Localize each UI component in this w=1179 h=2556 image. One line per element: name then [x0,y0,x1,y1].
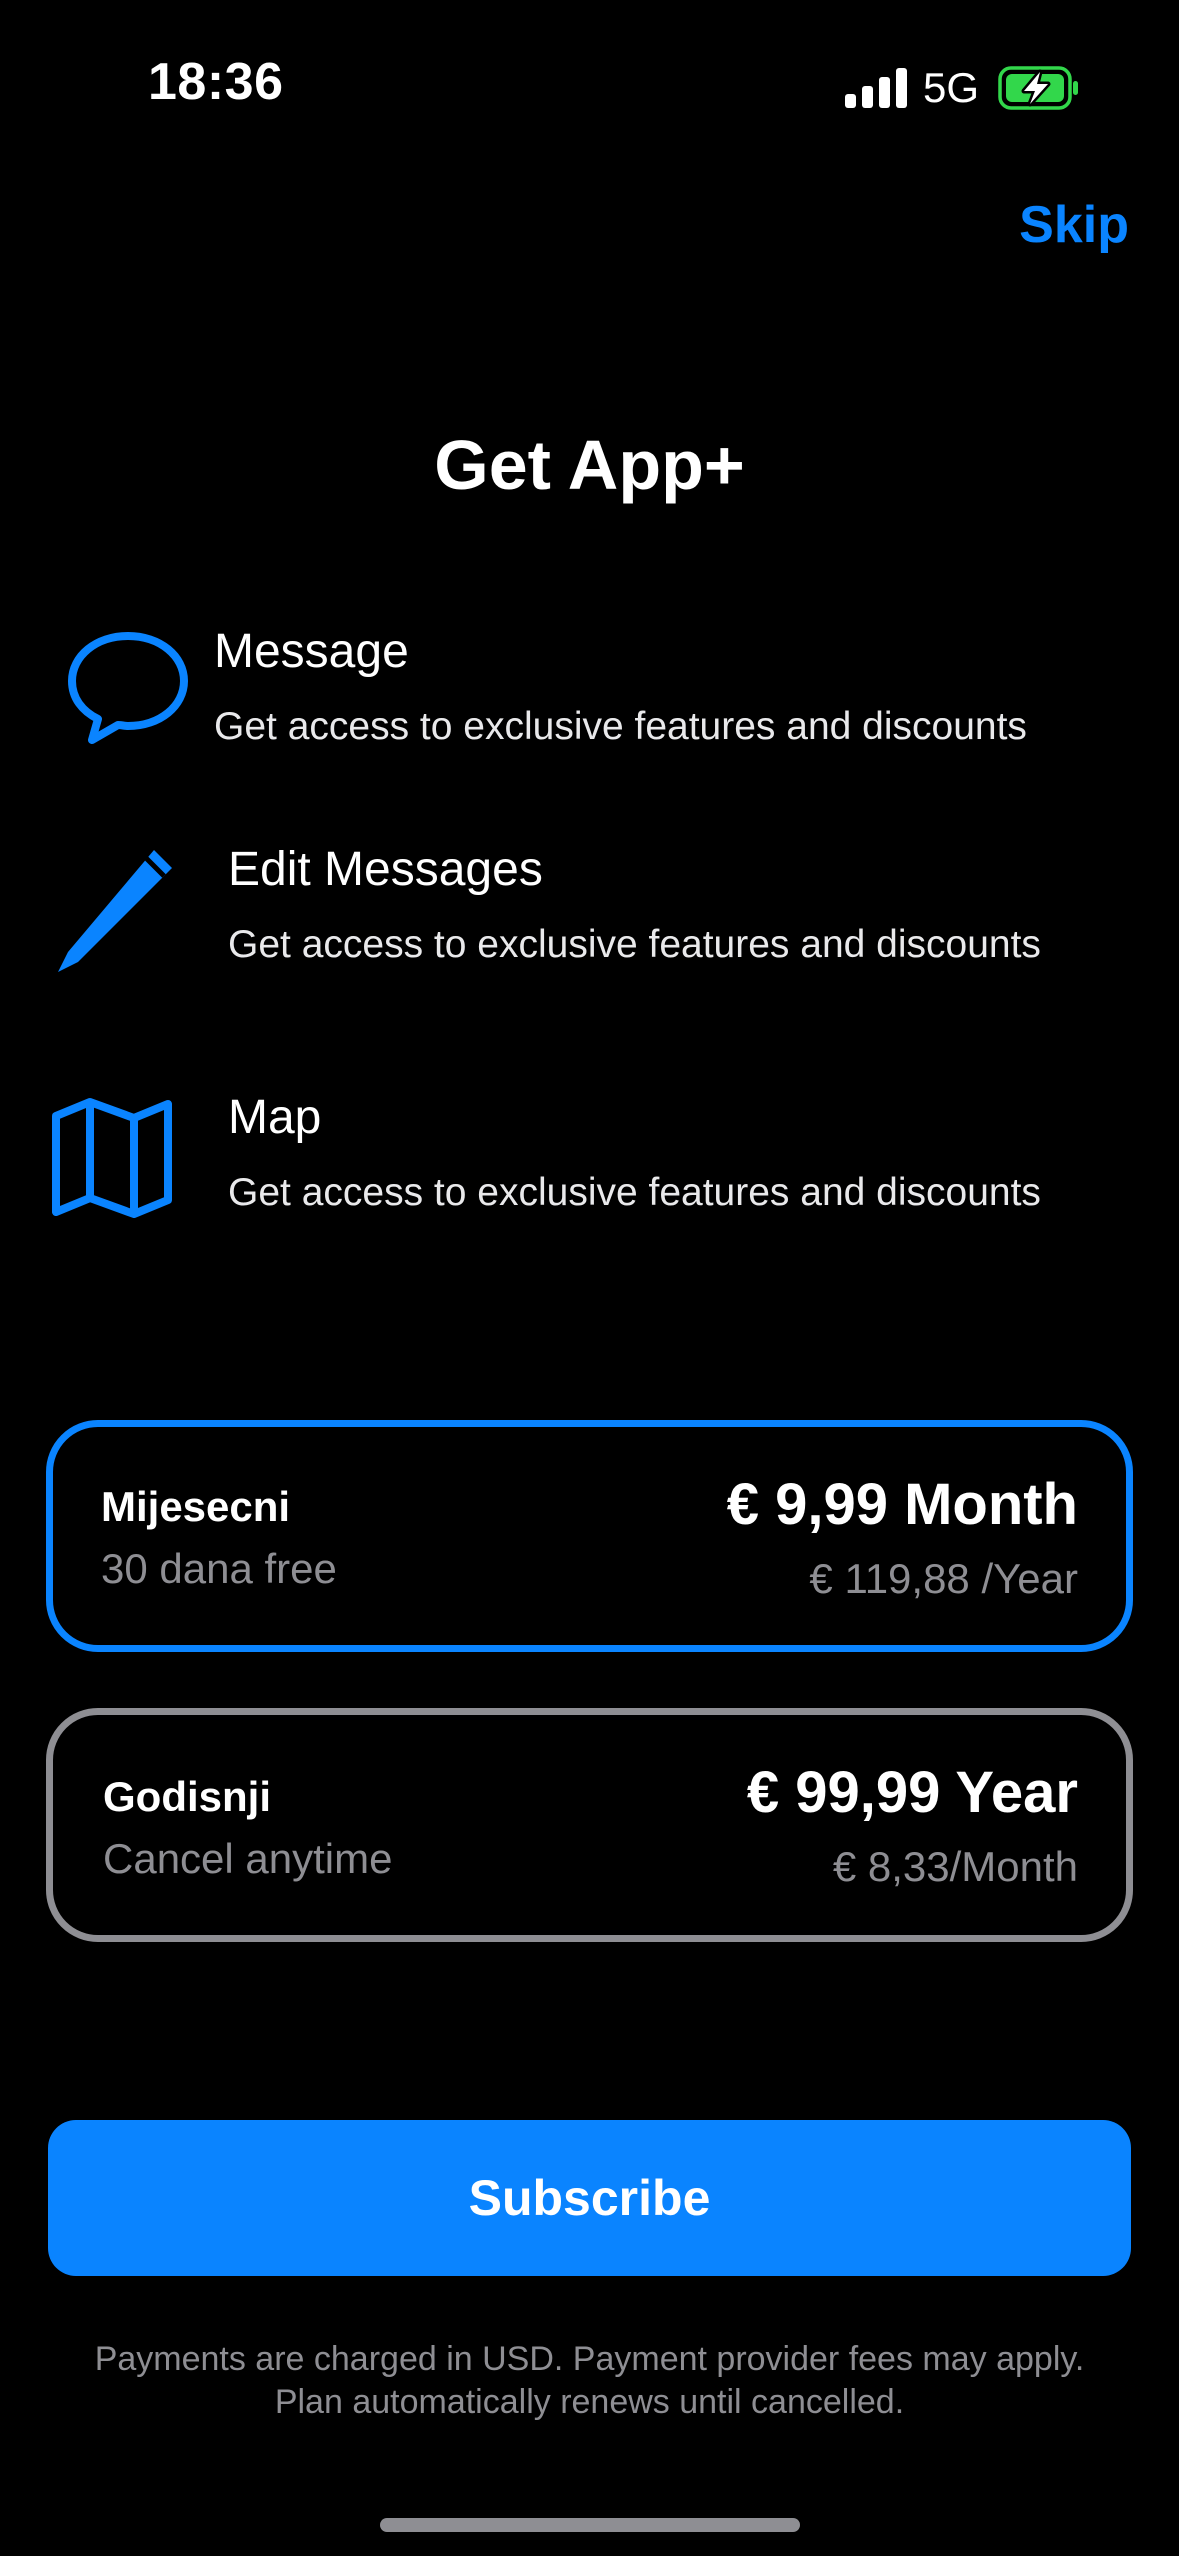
feature-title: Map [228,1091,322,1144]
signal-icon [845,68,907,108]
plan-option-monthly[interactable]: Mijesecni 30 dana free € 9,99 Month € 11… [46,1420,1133,1652]
disclaimer-text: Payments are charged in USD. Payment pro… [94,2340,1085,2421]
plan-name: Godisnji [103,1773,271,1820]
pencil-icon [50,844,180,985]
feature-title: Message [214,625,409,678]
feature-item-edit-messages: Edit Messages Get access to exclusive fe… [0,830,1179,1000]
feature-description: Get access to exclusive features and dis… [214,705,1027,748]
feature-description: Get access to exclusive features and dis… [228,923,1041,966]
feature-description: Get access to exclusive features and dis… [228,1171,1041,1214]
plan-price: € 9,99 Month [726,1472,1078,1537]
feature-item-message: Message Get access to exclusive features… [0,600,1179,770]
network-type: 5G [923,64,980,111]
home-indicator[interactable] [380,2518,800,2532]
plan-alt-price: € 119,88 /Year [809,1555,1078,1602]
plan-subtitle: Cancel anytime [103,1835,393,1882]
plan-alt-price: € 8,33/Month [832,1843,1078,1890]
page-title: Get App+ [434,426,745,504]
feature-title: Edit Messages [228,843,543,896]
feature-item-map: Map Get access to exclusive features and… [0,1090,1179,1260]
plan-price: € 99,99 Year [746,1760,1078,1825]
status-time: 18:36 [148,53,284,111]
battery-charging-icon [998,66,1080,110]
chat-bubble-icon [66,628,190,753]
subscribe-button[interactable]: Subscribe [48,2120,1131,2276]
plan-name: Mijesecni [101,1483,291,1530]
plan-option-yearly[interactable]: Godisnji Cancel anytime € 99,99 Year € 8… [46,1708,1133,1942]
map-icon [50,1096,176,1227]
plan-subtitle: 30 dana free [101,1545,337,1592]
skip-button[interactable]: Skip [1019,195,1129,255]
